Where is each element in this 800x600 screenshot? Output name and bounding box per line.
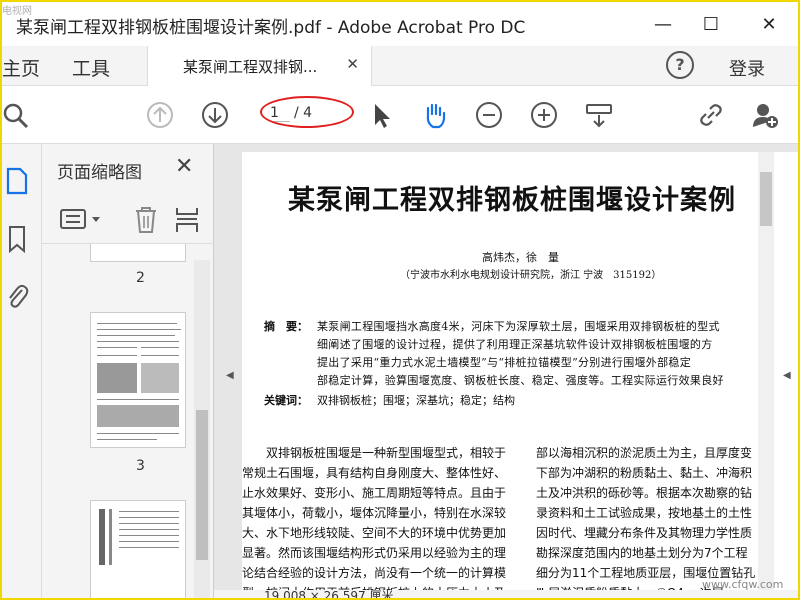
thumbnail-list: 2 3 <box>42 244 214 598</box>
document-title: 某泵闸工程双排钢板桩围堰设计案例 <box>288 185 736 216</box>
body-text-right: 因时代、埋藏分布条件及其物理力学性质 <box>536 526 753 540</box>
abstract-line: 细阐述了围堰的设计过程，提供了利用理正深基坑软件设计双排钢板桩围堰的方 <box>317 338 713 351</box>
share-link-icon[interactable] <box>696 100 726 130</box>
status-bar: 19.008 × 26.597 厘米 <box>214 589 798 600</box>
thumbnail-scroll-thumb[interactable] <box>196 410 208 560</box>
body-text-left: 显著。然而该围堰结构形式仍采用以经验为主的理 <box>242 546 507 560</box>
abstract-line: 提出了采用“重力式水泥土墙模型”与“排桩拉锚模型”分别进行围堰外部稳定 <box>317 356 691 369</box>
body-text-right: 部以海相沉积的淤泥质土为主，且厚度变 <box>536 446 753 460</box>
help-icon[interactable]: ? <box>666 51 694 79</box>
body-text-left: 双排钢板桩围堰是一种新型围堰型式，相较于 <box>242 446 507 460</box>
thumbnail-page-3[interactable] <box>90 312 186 448</box>
delete-page-icon[interactable] <box>134 206 158 238</box>
body-text-right: 录资料和土工试验成果，按地基土的土性 <box>536 506 753 520</box>
body-text-right: 勘探深度范围内的地基土划分为7个工程 <box>536 546 748 560</box>
thumbnail-page-2[interactable] <box>90 244 186 262</box>
window-title: 某泵闸工程双排钢板桩围堰设计案例.pdf - Adobe Acrobat Pro… <box>16 18 526 38</box>
document-viewport[interactable]: 某泵闸工程双排钢板桩围堰设计案例 高炜杰，徐 量 （宁波市水利水电规划设计研究院… <box>214 144 798 598</box>
search-icon[interactable] <box>2 100 32 130</box>
document-affiliation: （宁波市水利水电规划设计研究院，浙江 宁波 315192） <box>400 270 662 281</box>
keywords-label: 关键词： <box>264 394 308 407</box>
thumbnail-page-4[interactable] <box>90 500 186 598</box>
select-tool-icon[interactable] <box>366 100 396 130</box>
page-dimensions: 19.008 × 26.597 厘米 <box>264 589 394 600</box>
site-watermark: www.cfqw.com <box>702 578 784 591</box>
body-text-left: 止水效果好、变形小、施工周期短等特点。且由于 <box>242 486 507 500</box>
maximize-button[interactable]: ☐ <box>688 6 734 42</box>
tab-home[interactable]: 主页 <box>2 54 40 81</box>
left-rail <box>2 144 42 598</box>
thumbnail-options-icon[interactable] <box>60 208 104 236</box>
tab-document[interactable]: 某泵闸工程双排钢... ✕ <box>147 46 372 86</box>
thumbnail-scrollbar[interactable] <box>194 260 210 598</box>
thumbnail-label-3: 3 <box>136 458 145 474</box>
document-tab-label: 某泵闸工程双排钢... <box>183 58 318 76</box>
abstract-label: 摘 要： <box>264 320 308 333</box>
login-button[interactable]: 登录 <box>729 55 765 81</box>
pdf-page: 某泵闸工程双排钢板桩围堰设计案例 高炜杰，徐 量 （宁波市水利水电规划设计研究院… <box>242 152 798 598</box>
hand-tool-icon[interactable] <box>420 100 450 130</box>
document-scroll-thumb[interactable] <box>760 172 772 226</box>
body-text-left: 论结合经验的设计方法，尚没有一个统一的计算模 <box>242 566 507 580</box>
body-text-right: 下部为冲湖积的粉质黏土、黏土、冲海积 <box>536 466 753 480</box>
next-page-icon[interactable] <box>200 100 230 130</box>
insert-page-icon[interactable] <box>174 206 200 238</box>
tab-tools[interactable]: 工具 <box>72 54 110 81</box>
document-authors: 高炜杰，徐 量 <box>482 251 559 264</box>
collapse-left-icon[interactable]: ◀ <box>226 370 234 381</box>
minimize-button[interactable]: — <box>640 6 686 42</box>
collapse-right-icon[interactable]: ◀ <box>783 370 791 381</box>
close-tab-icon[interactable]: ✕ <box>346 55 359 73</box>
page-number-highlight <box>260 96 354 128</box>
close-panel-icon[interactable]: ✕ <box>175 154 193 179</box>
keywords: 双排钢板桩；围堰；深基坑；稳定；结构 <box>317 394 515 407</box>
bookmarks-icon[interactable] <box>4 224 30 254</box>
abstract-line: 部稳定计算，验算围堰宽度、钢板桩长度、稳定、强度等。工程实际运行效果良好 <box>317 374 724 387</box>
zoom-in-icon[interactable] <box>529 100 559 130</box>
zoom-out-icon[interactable] <box>474 100 504 130</box>
body-text-left: 大、水下地形线较陡、空间不大的环境中优势更加 <box>242 526 507 540</box>
thumbnail-tools <box>42 194 214 244</box>
body-text-right: 土及冲洪积的砾砂等。根据本次勘察的钻 <box>536 486 753 500</box>
app-window: 电视网 某泵闸工程双排钢板桩围堰设计案例.pdf - Adobe Acrobat… <box>0 0 800 600</box>
attachments-icon[interactable] <box>4 280 30 310</box>
toolbar: 1 / 4 <box>2 86 798 144</box>
body-text-left: 其堰体小，荷载小，堰体沉降量小，特别在水深较 <box>242 506 507 520</box>
document-scrollbar[interactable] <box>758 152 774 592</box>
thumbnail-label-2: 2 <box>136 270 145 286</box>
page-thumbnails-icon[interactable] <box>4 166 30 196</box>
panel-title: 页面缩略图 <box>57 163 142 183</box>
close-window-button[interactable]: ✕ <box>746 6 792 42</box>
keyboard-scroll-icon[interactable] <box>584 100 614 130</box>
add-user-icon[interactable] <box>750 100 780 130</box>
title-bar: 电视网 某泵闸工程双排钢板桩围堰设计案例.pdf - Adobe Acrobat… <box>2 2 798 46</box>
abstract-line: 某泵闸工程围堰挡水高度4米，河床下为深厚软土层，围堰采用双排钢板桩的型式 <box>317 320 720 333</box>
tab-bar: 主页 工具 某泵闸工程双排钢... ✕ ? 登录 <box>2 46 798 86</box>
body-text-left: 常规土石围堰，具有结构自身刚度大、整体性好、 <box>242 466 507 480</box>
previous-page-icon[interactable] <box>145 100 175 130</box>
thumbnails-panel: 页面缩略图 ✕ 2 3 <box>42 144 214 598</box>
